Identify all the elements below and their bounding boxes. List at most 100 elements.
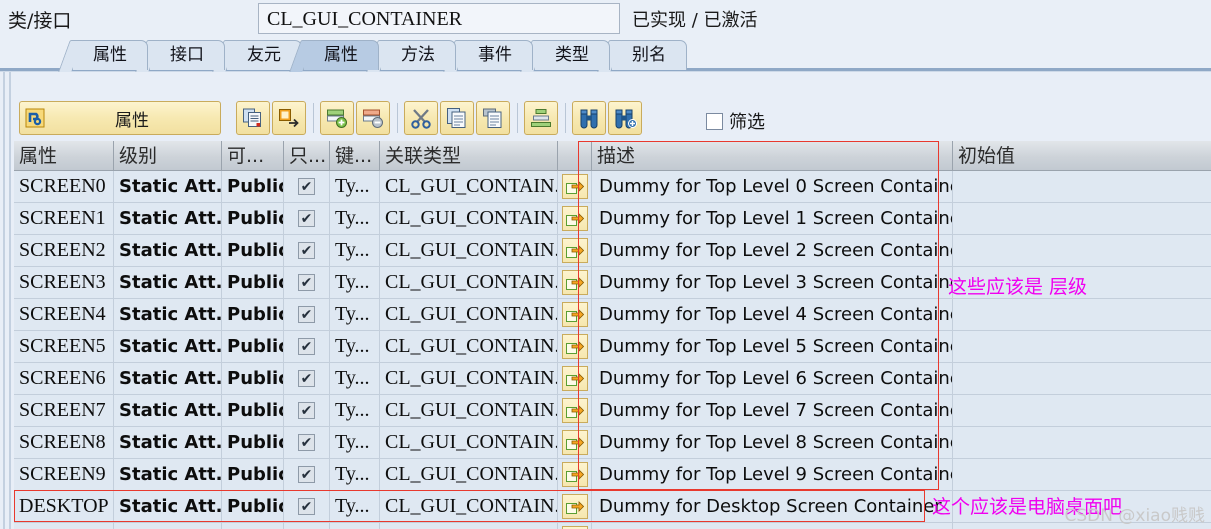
cell-attr[interactable]: DESKTOP — [14, 491, 114, 522]
cell-attr[interactable]: SCREEN4 — [14, 299, 114, 330]
cell-type[interactable]: CL_GUI_CONTAIN... — [380, 491, 558, 522]
navigate-to-type-button[interactable] — [561, 462, 588, 487]
cell-navigate-button[interactable] — [558, 459, 592, 490]
cell-lvl[interactable]: Static Att... — [114, 171, 222, 202]
cell-init[interactable] — [953, 395, 1207, 426]
table-row[interactable]: SCREEN4Static Att...Public ✔ Ty...CL_GUI_C… — [14, 299, 1211, 331]
cell-vis[interactable]: Public — [222, 427, 284, 458]
table-row[interactable]: SCREEN8Static Att...Public ✔ Ty...CL_GUI_C… — [14, 427, 1211, 459]
cell-key[interactable]: Ty... — [330, 299, 380, 330]
tab-0[interactable]: 属性 — [72, 40, 148, 70]
tab-4[interactable]: 方法 — [380, 40, 456, 70]
cell-vis[interactable]: Public — [222, 395, 284, 426]
cell-vis[interactable]: Public — [222, 203, 284, 234]
cell-vis[interactable] — [222, 523, 284, 529]
grid-body[interactable]: SCREEN0Static Att...Public✔Ty...CL_GUI_C… — [14, 171, 1211, 529]
cell-type[interactable]: CL_GUI_CONTAIN... — [380, 459, 558, 490]
delete-row-button[interactable] — [356, 101, 390, 135]
cell-attr[interactable]: SCREEN6 — [14, 363, 114, 394]
navigate-to-type-button[interactable] — [561, 302, 588, 327]
table-row[interactable]: SCREEN6Static Att...Public ✔ Ty...CL_GUI_C… — [14, 363, 1211, 395]
cell-vis[interactable]: Public — [222, 299, 284, 330]
navigate-to-type-button[interactable] — [561, 270, 588, 295]
checkmark-icon[interactable]: ✔ — [298, 402, 315, 419]
cell-attr[interactable]: SCREEN9 — [14, 459, 114, 490]
cell-navigate-button[interactable] — [558, 363, 592, 394]
paste-button[interactable] — [476, 101, 510, 135]
cell-readonly-checkbox[interactable]: ✔ — [284, 459, 330, 490]
cell-desc[interactable]: Dummy for Top Level 1 Screen Container — [592, 203, 953, 234]
cell-vis[interactable]: Public — [222, 267, 284, 298]
cell-init[interactable] — [953, 427, 1207, 458]
cell-lvl[interactable]: Static Att... — [114, 267, 222, 298]
tab-5[interactable]: 事件 — [457, 40, 533, 70]
column-header-type[interactable]: 关联类型 — [380, 141, 558, 170]
cell-type[interactable]: CL_GUI_CONTAIN... — [380, 331, 558, 362]
cell-key[interactable]: Ty... — [330, 203, 380, 234]
cell-type[interactable]: CL_GUI_CONTAIN... — [380, 203, 558, 234]
cell-navigate-button[interactable] — [558, 203, 592, 234]
cell-init[interactable] — [953, 235, 1207, 266]
cell-lvl[interactable]: Static Att... — [114, 363, 222, 394]
tab-6[interactable]: 类型 — [534, 40, 610, 70]
cell-lvl[interactable]: Static Att... — [114, 203, 222, 234]
cell-lvl[interactable]: Static Att... — [114, 459, 222, 490]
cell-attr[interactable]: SCREEN2 — [14, 235, 114, 266]
cell-navigate-button[interactable] — [558, 491, 592, 522]
cell-readonly-checkbox[interactable]: ✔ — [284, 491, 330, 522]
cell-attr[interactable]: SCREEN3 — [14, 267, 114, 298]
navigate-to-type-button[interactable] — [561, 366, 588, 391]
table-row[interactable]: SCREEN0Static Att...Public ✔ Ty...CL_GUI_C… — [14, 171, 1211, 203]
cell-desc[interactable]: Dummy for Desktop Screen Container — [592, 491, 953, 522]
cell-key[interactable]: Ty... — [330, 491, 380, 522]
checkmark-icon[interactable]: ✔ — [298, 178, 315, 195]
cell-navigate-button[interactable] — [558, 267, 592, 298]
navigate-to-type-button[interactable] — [561, 238, 588, 263]
cell-attr[interactable]: SCREEN1 — [14, 203, 114, 234]
column-header-desc[interactable]: 描述 — [592, 141, 953, 170]
tab-1[interactable]: 接口 — [149, 40, 225, 70]
cell-vis[interactable]: Public — [222, 363, 284, 394]
cell-readonly-checkbox[interactable]: ✔ — [284, 235, 330, 266]
checkmark-icon[interactable]: ✔ — [298, 338, 315, 355]
filter-checkbox[interactable] — [706, 112, 723, 130]
table-row[interactable]: SCREEN7Static Att...Public ✔ Ty...CL_GUI_C… — [14, 395, 1211, 427]
cell-type[interactable]: CL_GUI_CONTAIN... — [380, 171, 558, 202]
cell-navigate-button[interactable] — [558, 523, 592, 529]
find-button[interactable] — [572, 101, 606, 135]
attributes-grid[interactable]: 属性 级别 可... 只... 键... 关联类型 描述 初始值 SCREEN0 Static … — [14, 141, 1211, 529]
cell-attr[interactable]: SCREEN0 — [14, 171, 114, 202]
cell-lvl[interactable]: Static Att... — [114, 299, 222, 330]
checkmark-icon[interactable]: ✔ — [298, 370, 315, 387]
table-row[interactable]: SCREEN5Static Att...Public ✔ Ty...CL_GUI_C… — [14, 331, 1211, 363]
column-header-vis[interactable]: 可... — [222, 141, 284, 170]
cell-vis[interactable]: Public — [222, 235, 284, 266]
cell-init[interactable] — [953, 331, 1207, 362]
cell-attr[interactable]: SCREEN7 — [14, 395, 114, 426]
cell-lvl[interactable]: Static Att... — [114, 235, 222, 266]
cell-type[interactable]: CL_GUI_CONTAIN... — [380, 363, 558, 394]
cell-lvl[interactable] — [114, 523, 222, 529]
column-header-attr[interactable]: 属性 — [14, 141, 114, 170]
cell-readonly-checkbox[interactable]: ✔ — [284, 395, 330, 426]
table-row[interactable]: SCREEN9Static Att...Public ✔ Ty...CL_GUI_C… — [14, 459, 1211, 491]
cell-key[interactable]: Ty... — [330, 235, 380, 266]
tab-7[interactable]: 别名 — [611, 40, 687, 70]
cell-type[interactable]: CL_GUI_CONTAIN... — [380, 267, 558, 298]
cell-type[interactable]: CL_GUI_CONTAIN... — [380, 235, 558, 266]
column-header-key[interactable]: 键... — [330, 141, 380, 170]
checkmark-icon[interactable]: ✔ — [298, 274, 315, 291]
cell-navigate-button[interactable] — [558, 171, 592, 202]
cell-readonly-checkbox[interactable]: ✔ — [284, 363, 330, 394]
cell-key[interactable] — [330, 523, 380, 529]
cut-button[interactable] — [404, 101, 438, 135]
cell-readonly-checkbox[interactable]: ✔ — [284, 331, 330, 362]
table-row[interactable]: SCREEN2Static Att...Public ✔ Ty...CL_GUI_C… — [14, 235, 1211, 267]
cell-desc[interactable]: Dummy for Top Level 2 Screen Container — [592, 235, 953, 266]
cell-init[interactable] — [953, 363, 1207, 394]
cell-key[interactable]: Ty... — [330, 171, 380, 202]
cell-attr[interactable]: SCREEN5 — [14, 331, 114, 362]
cell-lvl[interactable]: Static Att... — [114, 427, 222, 458]
table-row[interactable] — [14, 523, 1211, 529]
navigate-to-type-button[interactable] — [561, 174, 588, 199]
